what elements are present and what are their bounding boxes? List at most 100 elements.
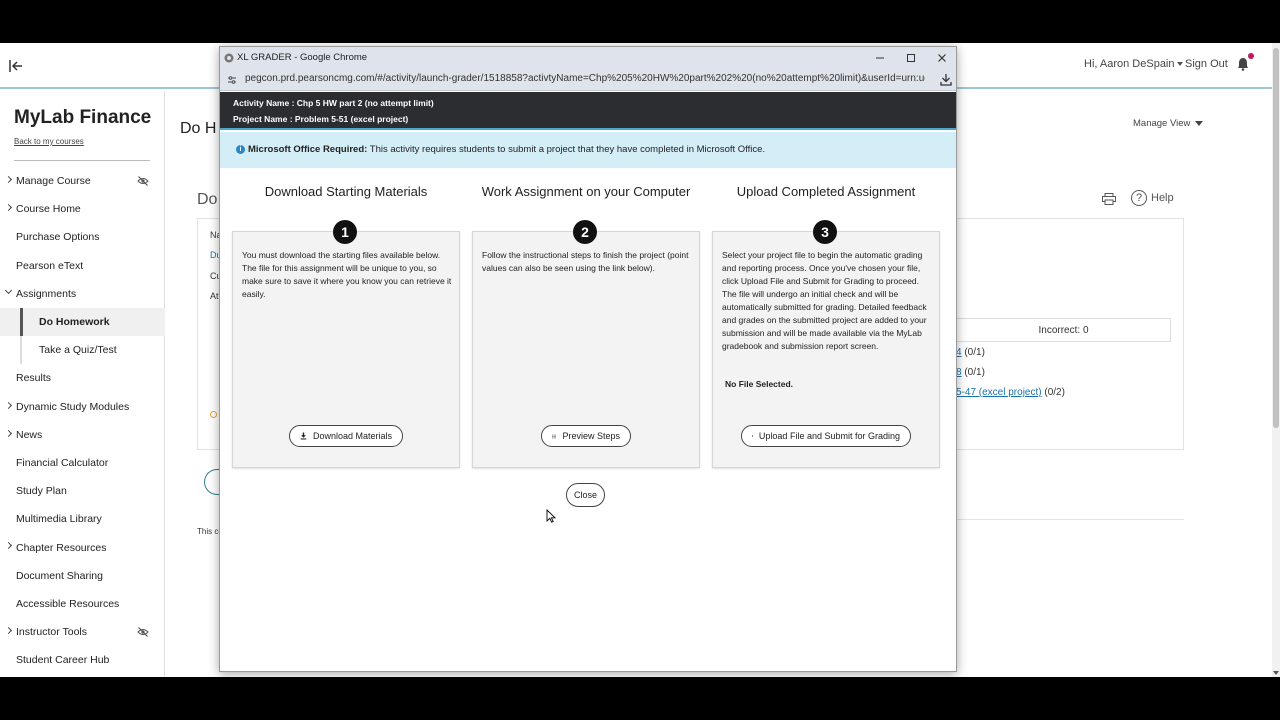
sidebar-item-label: Take a Quiz/Test [39, 344, 117, 357]
incorrect-count: Incorrect: 0 [956, 318, 1171, 342]
sidebar-item-label: Results [16, 372, 52, 385]
sidebar-item-instructor-tools[interactable]: Instructor Tools [0, 618, 165, 646]
sidebar-item-manage-course[interactable]: Manage Course [0, 167, 165, 195]
file-icon [752, 435, 753, 437]
sidebar-item-label: News [16, 428, 43, 441]
sidebar-item-study-plan[interactable]: Study Plan [0, 477, 165, 505]
step-3-description: Select your project file to begin the au… [722, 250, 927, 351]
question-link-row[interactable]: 5-47 (excel project) (0/2) [956, 387, 1065, 398]
sidebar-item-label: Instructor Tools [16, 626, 88, 639]
download-icon [300, 432, 307, 440]
manage-view-label: Manage View [1133, 118, 1191, 129]
maximize-button[interactable] [903, 50, 919, 66]
chrome-icon [224, 53, 234, 63]
chevron-down-icon [4, 286, 13, 294]
sidebar-item-document-sharing[interactable]: Document Sharing [0, 562, 165, 590]
chevron-right-icon [4, 401, 13, 409]
upload-submit-button[interactable]: Upload File and Submit for Grading [741, 425, 911, 447]
question-link[interactable]: 5-47 (excel project) [956, 387, 1042, 398]
xl-grader-window: XL GRADER - Google Chrome pegcon.prd.pea… [219, 46, 957, 672]
sidebar-item-label: Student Career Hub [16, 654, 110, 667]
sidebar-nav: Manage Course Course Home Purchase Options… [0, 167, 165, 674]
sidebar-item-label: Pearson eText [16, 259, 84, 272]
sidebar-item-multimedia-library[interactable]: Multimedia Library [0, 505, 165, 533]
question-link-row[interactable]: 8 (0/1) [956, 367, 985, 378]
brand-title: MyLab Finance [14, 107, 152, 128]
back-to-courses-link[interactable]: Back to my courses [14, 137, 84, 146]
sign-out-link[interactable]: Sign Out [1185, 58, 1228, 70]
help-button[interactable]: ? Help [1131, 190, 1174, 206]
eye-off-icon[interactable] [137, 627, 149, 637]
chevron-right-icon [4, 204, 13, 212]
step-3-card: Select your project file to begin the au… [712, 231, 940, 468]
question-link-row[interactable]: 4 (0/1) [956, 347, 985, 358]
sidebar-item-label: Chapter Resources [16, 541, 107, 554]
section-title: Do [197, 191, 218, 208]
download-materials-label: Download Materials [312, 431, 392, 441]
sidebar-item-course-home[interactable]: Course Home [0, 195, 165, 223]
divider [14, 160, 150, 161]
mouse-cursor-icon [546, 509, 556, 523]
file-status: No File Selected. [725, 379, 794, 389]
sidebar: MyLab Finance Back to my courses Manage … [0, 91, 165, 677]
print-icon[interactable] [1102, 193, 1116, 205]
collapse-sidebar-icon[interactable] [8, 59, 24, 73]
question-score: (0/2) [1041, 387, 1065, 398]
help-label: Help [1151, 192, 1174, 204]
sidebar-item-financial-calculator[interactable]: Financial Calculator [0, 449, 165, 477]
eye-off-icon[interactable] [137, 176, 149, 186]
list-icon [552, 434, 557, 438]
sidebar-item-purchase-options[interactable]: Purchase Options [0, 223, 165, 251]
chevron-right-icon [4, 175, 13, 184]
sidebar-item-label: Financial Calculator [16, 456, 109, 469]
close-window-button[interactable] [934, 50, 950, 66]
step-1-heading: Download Starting Materials [264, 184, 428, 199]
bell-icon[interactable] [1237, 57, 1249, 71]
scrollbar-thumb[interactable] [1273, 48, 1279, 428]
site-settings-icon[interactable] [227, 75, 237, 85]
step-2-card: Follow the instructional steps to finish… [472, 231, 700, 468]
url-text[interactable]: pegcon.prd.pearsoncmg.com/#/activity/lau… [245, 73, 925, 84]
close-icon [938, 54, 946, 62]
notice-bold: Microsoft Office Required: [248, 144, 368, 155]
step-2-description: Follow the instructional steps to finish… [482, 250, 689, 273]
sidebar-item-do-homework[interactable]: Do Homework [0, 307, 165, 337]
sidebar-item-accessible-resources[interactable]: Accessible Resources [0, 590, 165, 618]
sidebar-item-label: Assignments [16, 287, 77, 300]
scroll-down-icon[interactable] [1273, 671, 1279, 675]
sidebar-item-label: Do Homework [39, 316, 110, 329]
close-button[interactable]: Close [566, 483, 605, 507]
minimize-button[interactable] [872, 50, 888, 66]
manage-view-dropdown[interactable]: Manage View [1133, 118, 1204, 129]
sidebar-item-dynamic-study-modules[interactable]: Dynamic Study Modules [0, 393, 165, 421]
window-titlebar[interactable]: XL GRADER - Google Chrome [220, 47, 956, 69]
sidebar-item-take-a-quiz-test[interactable]: Take a Quiz/Test [0, 336, 165, 365]
address-bar[interactable]: pegcon.prd.pearsoncmg.com/#/activity/lau… [220, 69, 956, 91]
sidebar-item-assignments[interactable]: Assignments [0, 280, 165, 308]
sidebar-item-label: Manage Course [16, 175, 91, 188]
preview-steps-button[interactable]: Preview Steps [541, 425, 631, 447]
caret-down-icon [1195, 120, 1204, 126]
page-scrollbar[interactable] [1272, 43, 1280, 677]
sidebar-item-student-career-hub[interactable]: Student Career Hub [0, 646, 165, 674]
download-materials-button[interactable]: Download Materials [289, 425, 403, 447]
office-required-notice: i Microsoft Office Required: This activi… [220, 132, 956, 168]
sidebar-item-pearson-etext[interactable]: Pearson eText [0, 252, 165, 280]
minimize-icon [876, 57, 884, 59]
activity-header: Activity Name : Chp 5 HW part 2 (no atte… [220, 92, 956, 130]
chevron-right-icon [4, 542, 13, 550]
sidebar-item-results[interactable]: Results [0, 364, 165, 392]
download-icon[interactable] [940, 73, 952, 86]
step-3-number: 3 [813, 220, 837, 244]
sidebar-item-label: Course Home [16, 203, 81, 216]
question-score: (0/1) [961, 367, 985, 378]
question-score: (0/1) [961, 347, 985, 358]
sidebar-item-chapter-resources[interactable]: Chapter Resources [0, 533, 165, 561]
maximize-icon [907, 54, 915, 62]
activity-name: Activity Name : Chp 5 HW part 2 (no atte… [233, 98, 434, 108]
sidebar-item-news[interactable]: News [0, 421, 165, 449]
step-2-heading: Work Assignment on your Computer [481, 184, 691, 199]
step-1-description: You must download the starting files ava… [242, 250, 452, 299]
user-menu[interactable]: Hi, Aaron DeSpain [1084, 58, 1183, 70]
chevron-right-icon [4, 429, 13, 437]
